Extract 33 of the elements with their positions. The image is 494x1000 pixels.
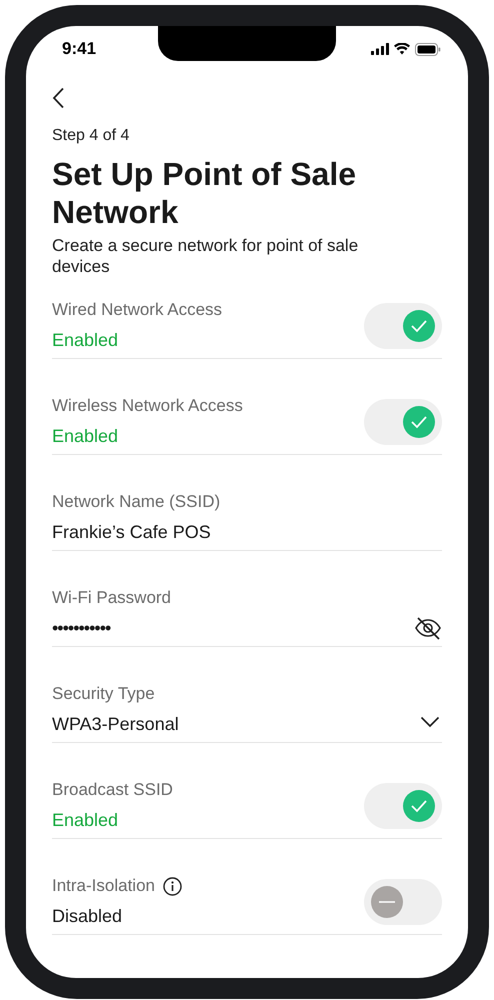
status-value: Disabled: [52, 905, 124, 928]
back-chevron-icon: [52, 87, 66, 109]
minus-icon: [371, 886, 403, 918]
battery-icon: [415, 42, 441, 56]
security-type-value: WPA3-Personal: [52, 713, 179, 736]
page-subtitle: Create a secure network for point of sale devices: [52, 235, 360, 277]
status-value: Enabled: [52, 809, 120, 832]
check-icon: [403, 406, 435, 438]
field-label: Wireless Network Access: [52, 395, 243, 417]
chevron-down-icon[interactable]: [420, 716, 440, 728]
field-label: Broadcast SSID: [52, 779, 173, 801]
check-icon: [403, 310, 435, 342]
check-icon: [403, 790, 435, 822]
step-indicator: Step 4 of 4: [52, 126, 130, 146]
status-value: Enabled: [52, 329, 120, 352]
field-label: Security Type: [52, 683, 155, 705]
status-time: 9:41: [62, 38, 96, 60]
toggle-switch[interactable]: [364, 783, 442, 829]
network-name-value: Frankie’s Cafe POS: [52, 521, 212, 544]
field-label: Intra-Isolation: [52, 875, 155, 897]
info-icon[interactable]: [163, 876, 182, 896]
status-value: Enabled: [52, 425, 120, 448]
field-label: Wired Network Access: [52, 299, 222, 321]
page-title: Set Up Point of Sale Network: [52, 155, 358, 231]
field-label: Wi-Fi Password: [52, 587, 172, 609]
field-label: Network Name (SSID): [52, 491, 220, 513]
eye-slash-icon[interactable]: [414, 616, 442, 640]
password-value: •••••••••••: [52, 617, 112, 640]
signal-icon: [371, 43, 389, 55]
toggle-switch[interactable]: [364, 879, 442, 925]
toggle-switch[interactable]: [364, 399, 442, 445]
wifi-icon: [394, 43, 410, 55]
toggle-switch[interactable]: [364, 303, 442, 349]
